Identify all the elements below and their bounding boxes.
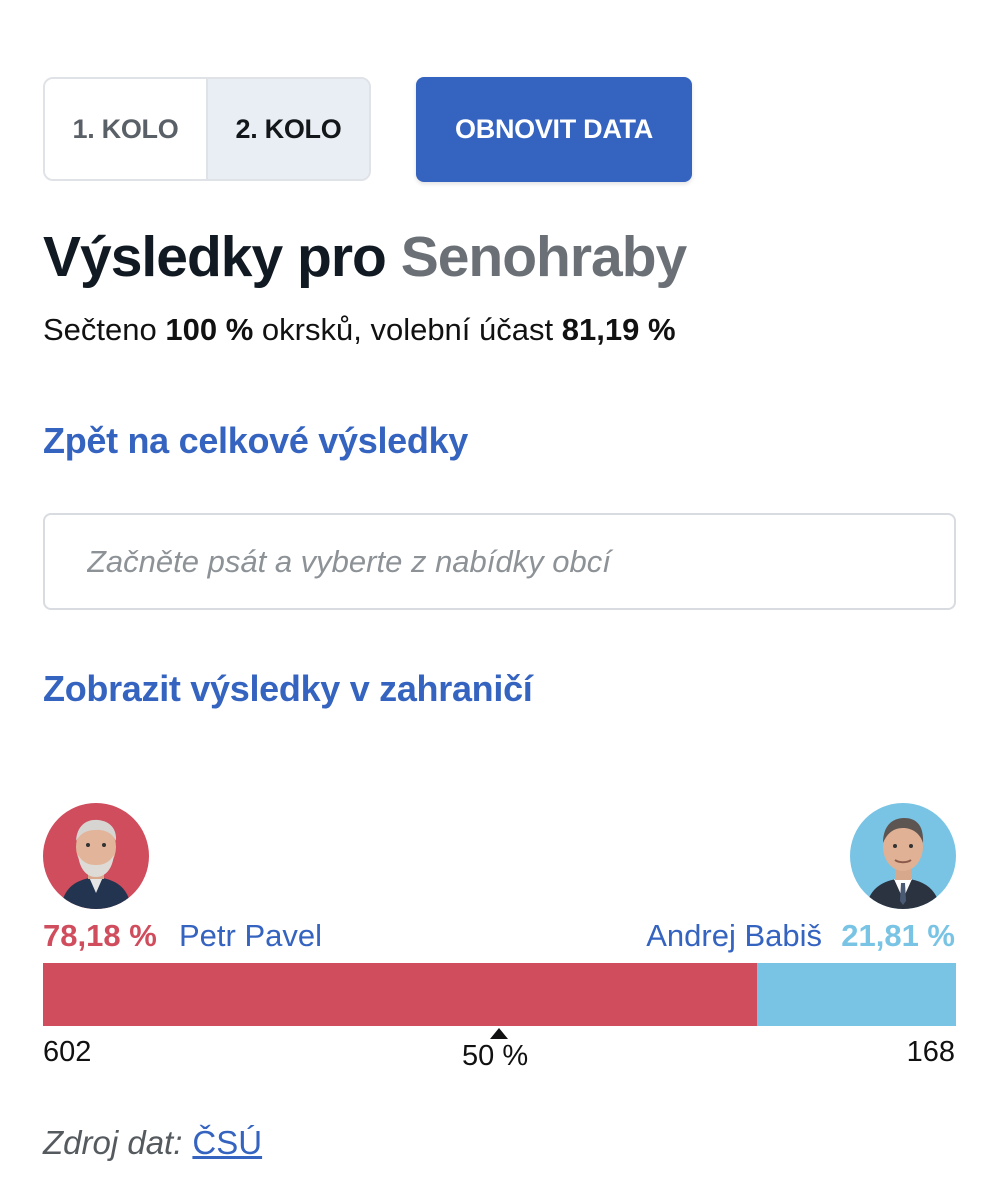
page-title: Výsledky pro Senohraby — [43, 225, 688, 289]
abroad-results-link[interactable]: Zobrazit výsledky v zahraničí — [43, 668, 533, 710]
turnout-value: 81,19 % — [561, 312, 676, 347]
summary-line: Sečteno 100 % okrsků, volební účast 81,1… — [43, 312, 676, 348]
pavel-portrait-icon — [43, 803, 149, 909]
source-label: Zdroj dat: — [43, 1124, 183, 1161]
round-1-button[interactable]: 1. KOLO — [45, 79, 206, 179]
counted-prefix: Sečteno — [43, 312, 157, 347]
title-prefix: Výsledky pro — [43, 225, 387, 289]
place-name: Senohraby — [400, 225, 688, 289]
babis-name: Andrej Babiš — [646, 918, 822, 953]
municipality-search-input[interactable] — [43, 513, 956, 610]
babis-portrait-icon — [850, 803, 956, 909]
counted-suffix: okrsků, volební účast — [261, 312, 554, 347]
midpoint-label: 50 % — [462, 1040, 529, 1072]
counted-value: 100 % — [165, 312, 254, 347]
round-toggle: 1. KOLO 2. KOLO — [43, 77, 371, 181]
babis-percent: 21,81 % — [841, 918, 955, 953]
midpoint-marker-icon — [490, 1028, 508, 1039]
pavel-bar-segment — [43, 963, 757, 1026]
babis-bar-segment — [756, 963, 956, 1026]
babis-votes: 168 — [906, 1036, 955, 1068]
refresh-data-button[interactable]: OBNOVIT DATA — [416, 77, 692, 182]
source-link[interactable]: ČSÚ — [192, 1124, 262, 1161]
back-to-overall-link[interactable]: Zpět na celkové výsledky — [43, 420, 468, 462]
round-2-button[interactable]: 2. KOLO — [206, 79, 369, 179]
data-source: Zdroj dat: ČSÚ — [43, 1124, 262, 1162]
pavel-name: Petr Pavel — [179, 918, 323, 953]
pavel-votes: 602 — [43, 1036, 92, 1068]
pavel-percent: 78,18 % — [43, 918, 157, 953]
results-bar — [43, 963, 956, 1026]
